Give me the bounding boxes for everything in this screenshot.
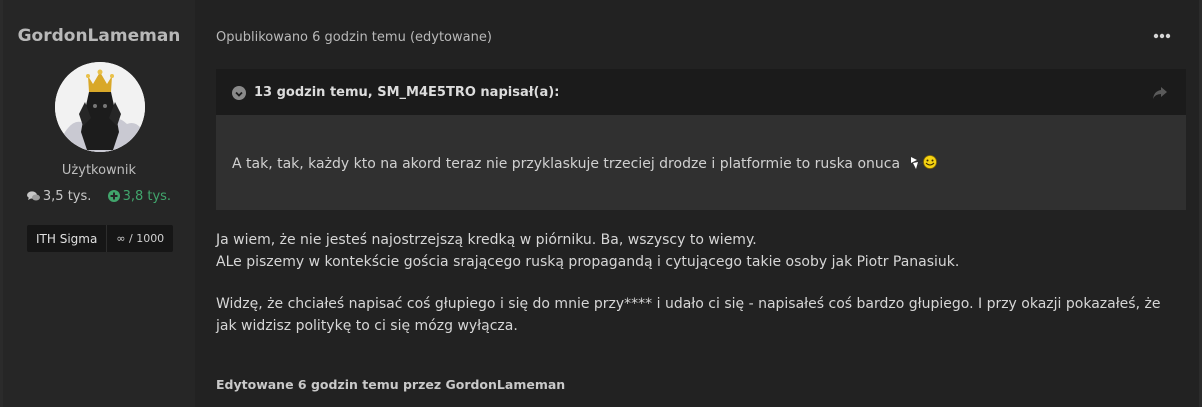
post-paragraph: Ja wiem, że nie jesteś najostrzejszą kre… <box>216 229 1176 273</box>
reputation-count[interactable]: 3,8 tys. <box>107 189 172 204</box>
author-name-link[interactable]: GordonLameman <box>3 26 195 46</box>
avatar[interactable] <box>55 62 145 152</box>
quote-header: 13 godzin temu, SM_M4E5TRO napisał(a): <box>216 69 1186 115</box>
reputation-value: 3,8 tys. <box>122 189 172 204</box>
posts-count[interactable]: 3,5 tys. <box>26 189 96 204</box>
author-stats: 3,5 tys. 3,8 tys. <box>3 189 195 204</box>
author-rank: Użytkownik <box>61 163 137 178</box>
post-line: Widzę, że chciałeś napisać coś głupiego … <box>216 296 1161 334</box>
badge-value: ∞ / 1000 <box>116 232 165 245</box>
emoticon-icon <box>910 155 937 169</box>
post-content: Ja wiem, że nie jesteś najostrzejszą kre… <box>216 229 1176 357</box>
post-line: ALe piszemy w kontekście gościa srająceg… <box>216 254 960 270</box>
author-sidebar: GordonLameman Użytkownik 3,5 tys. 3,8 ty… <box>3 0 195 407</box>
posts-count-value: 3,5 tys. <box>42 189 92 204</box>
post-container: GordonLameman Użytkownik 3,5 tys. 3,8 ty… <box>3 0 1199 407</box>
quote-block: 13 godzin temu, SM_M4E5TRO napisał(a): A… <box>216 69 1186 210</box>
post-line: Ja wiem, że nie jesteś najostrzejszą kre… <box>216 232 757 248</box>
quote-toggle-button[interactable] <box>232 86 246 100</box>
edited-note: Edytowane 6 godzin temu przez GordonLame… <box>216 377 566 392</box>
chevron-down-circle-icon <box>235 91 243 97</box>
quote-text-content: A tak, tak, każdy kto na akord teraz nie… <box>232 156 901 172</box>
post-options-button[interactable] <box>1151 28 1173 44</box>
plus-circle-icon <box>107 190 120 202</box>
quote-share-button[interactable] <box>1152 85 1168 99</box>
post-meta[interactable]: Opublikowano 6 godzin temu (edytowane) <box>216 30 492 45</box>
avatar-image <box>55 62 145 152</box>
emoticon <box>909 153 939 175</box>
quote-citation[interactable]: 13 godzin temu, SM_M4E5TRO napisał(a): <box>254 85 559 100</box>
user-badge: ITH Sigma ∞ / 1000 <box>27 225 174 252</box>
ellipsis-icon <box>1153 33 1171 39</box>
badge-title: ITH Sigma <box>36 231 98 246</box>
share-icon <box>1153 87 1167 99</box>
post-paragraph: Widzę, że chciałeś napisać coś głupiego … <box>216 293 1176 337</box>
comments-icon <box>26 191 40 201</box>
quote-text: A tak, tak, każdy kto na akord teraz nie… <box>232 153 939 175</box>
